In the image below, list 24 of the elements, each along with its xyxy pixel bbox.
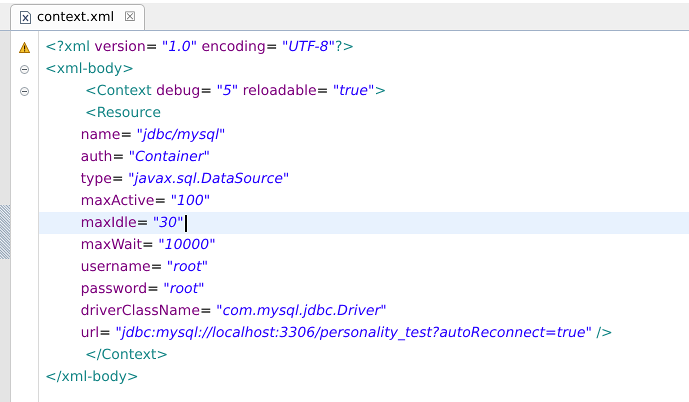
xml-file-icon — [20, 11, 31, 24]
code-line: auth= "Container" — [80, 149, 210, 165]
code-line: url= "jdbc:mysql://localhost:3306/personality_test?autoReconnect=true" /> — [80, 325, 613, 341]
code-line: password= "root" — [80, 281, 205, 297]
occurrence-marker — [0, 205, 10, 259]
text-cursor — [184, 214, 187, 232]
code-line: username= "root" — [80, 259, 208, 275]
collapse-icon[interactable] — [20, 86, 29, 96]
editor-tab[interactable]: context.xml ☒ — [10, 4, 145, 30]
code-line: name= "jdbc/mysql" — [80, 127, 226, 143]
code-line: <xml-body> — [45, 61, 134, 77]
warning-icon — [19, 42, 30, 52]
code-line: <Resource — [84, 105, 161, 121]
code-line: maxIdle= "30" — [80, 215, 184, 231]
code-line: type= "javax.sql.DataSource" — [80, 171, 290, 187]
code-line: <Context debug= "5" reloadable= "true"> — [84, 83, 386, 99]
code-line: maxWait= "10000" — [80, 237, 216, 253]
code-line: <?xml version= "1.0" encoding= "UTF-8"?> — [45, 39, 354, 55]
code-line: driverClassName= "com.mysql.jdbc.Driver" — [80, 303, 387, 319]
code-line: </Context> — [84, 347, 168, 363]
code-line: </xml-body> — [45, 369, 139, 385]
collapse-icon[interactable] — [20, 64, 29, 74]
code-line: maxActive= "100" — [80, 193, 210, 209]
close-button[interactable]: ☒ — [124, 10, 136, 25]
